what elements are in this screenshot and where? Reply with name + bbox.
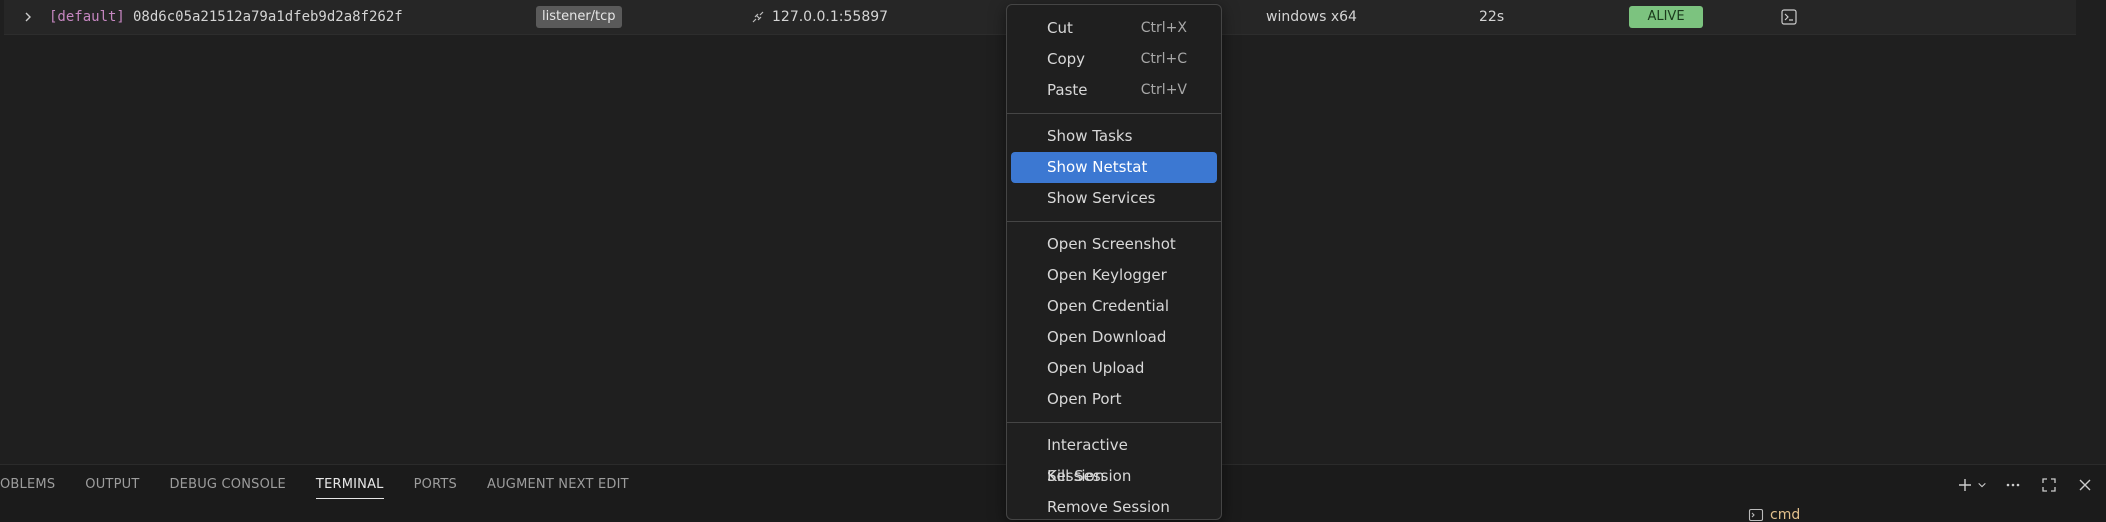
- session-os: windows x64: [1266, 9, 1357, 25]
- menu-item-open-credential[interactable]: Open Credential: [1011, 291, 1217, 322]
- app-root: [default] 08d6c05a21512a79a1dfeb9d2a8f26…: [0, 0, 2106, 522]
- session-age: 22s: [1479, 9, 1505, 25]
- menu-item-remove-session[interactable]: Remove Session: [1011, 492, 1217, 522]
- session-id: 08d6c05a21512a79a1dfeb9d2a8f262f: [133, 9, 403, 25]
- menu-item-copy[interactable]: Copy Ctrl+C: [1011, 44, 1217, 75]
- menu-item-open-upload[interactable]: Open Upload: [1011, 353, 1217, 384]
- menu-item-label: Kill Session: [1047, 467, 1132, 485]
- close-icon[interactable]: [2074, 474, 2096, 496]
- menu-item-kill-session[interactable]: Kill Session: [1011, 461, 1217, 492]
- terminal-icon[interactable]: [1780, 0, 1800, 34]
- menu-item-label: Paste: [1047, 81, 1088, 99]
- menu-item-show-tasks[interactable]: Show Tasks: [1011, 121, 1217, 152]
- tab-output[interactable]: OUTPUT: [85, 465, 139, 505]
- more-actions-icon[interactable]: [2002, 474, 2024, 496]
- menu-item-show-netstat[interactable]: Show Netstat: [1011, 152, 1217, 183]
- menu-item-label: Open Credential: [1047, 297, 1170, 315]
- chevron-right-icon[interactable]: [18, 0, 38, 34]
- chevron-down-icon[interactable]: [1976, 474, 1988, 496]
- tab-terminal[interactable]: TERMINAL: [315, 465, 384, 505]
- menu-item-open-download[interactable]: Open Download: [1011, 322, 1217, 353]
- menu-item-paste[interactable]: Paste Ctrl+V: [1011, 75, 1217, 106]
- tab-ports[interactable]: PORTS: [414, 465, 457, 505]
- menu-item-open-screenshot[interactable]: Open Screenshot: [1011, 229, 1217, 260]
- tab-problems[interactable]: OBLEMS: [0, 465, 55, 505]
- menu-item-label: Open Download: [1047, 328, 1167, 346]
- menu-item-label: Show Tasks: [1047, 127, 1133, 145]
- disconnect-icon: [750, 0, 768, 34]
- menu-separator: [1007, 113, 1221, 114]
- menu-item-label: Copy: [1047, 50, 1086, 68]
- cmd-icon: [1748, 508, 1764, 522]
- menu-item-interactive-session[interactable]: Interactive Session: [1011, 430, 1217, 485]
- session-group-tag: [default]: [49, 9, 125, 25]
- panel-tabs: OBLEMS OUTPUT DEBUG CONSOLE TERMINAL POR…: [0, 465, 659, 505]
- menu-item-label: Remove Session: [1047, 498, 1170, 516]
- menu-item-label: Interactive Session: [1047, 436, 1128, 485]
- menu-item-label: Open Upload: [1047, 359, 1145, 377]
- new-terminal-icon[interactable]: [1954, 474, 1976, 496]
- menu-separator: [1007, 422, 1221, 423]
- menu-separator: [1007, 221, 1221, 222]
- remote-address: 127.0.0.1:55897: [772, 9, 889, 25]
- tab-debug-console[interactable]: DEBUG CONSOLE: [169, 465, 285, 505]
- menu-item-label: Show Services: [1047, 189, 1156, 207]
- tab-augment-next-edit[interactable]: AUGMENT NEXT EDIT: [487, 465, 629, 505]
- menu-item-label: Open Keylogger: [1047, 266, 1167, 284]
- listener-badge: listener/tcp: [536, 6, 622, 28]
- menu-item-shortcut: Ctrl+X: [1140, 20, 1187, 36]
- menu-item-shortcut: Ctrl+V: [1140, 82, 1187, 98]
- panel-actions: [1954, 465, 2096, 505]
- terminal-entry-cmd[interactable]: cmd: [1748, 507, 1800, 522]
- menu-item-label: Open Port: [1047, 390, 1122, 408]
- menu-item-open-keylogger[interactable]: Open Keylogger: [1011, 260, 1217, 291]
- menu-item-label: Show Netstat: [1047, 158, 1148, 176]
- status-badge: ALIVE: [1629, 6, 1703, 28]
- context-menu: Cut Ctrl+X Copy Ctrl+C Paste Ctrl+V Show…: [1006, 4, 1222, 520]
- menu-item-shortcut: Ctrl+C: [1140, 51, 1187, 67]
- menu-item-label: Open Screenshot: [1047, 235, 1176, 253]
- menu-item-cut[interactable]: Cut Ctrl+X: [1011, 13, 1217, 44]
- menu-item-label: Cut: [1047, 19, 1073, 37]
- menu-item-show-services[interactable]: Show Services: [1011, 183, 1217, 214]
- menu-item-open-port[interactable]: Open Port: [1011, 384, 1217, 415]
- maximize-panel-icon[interactable]: [2038, 474, 2060, 496]
- terminal-entry-label: cmd: [1770, 507, 1801, 522]
